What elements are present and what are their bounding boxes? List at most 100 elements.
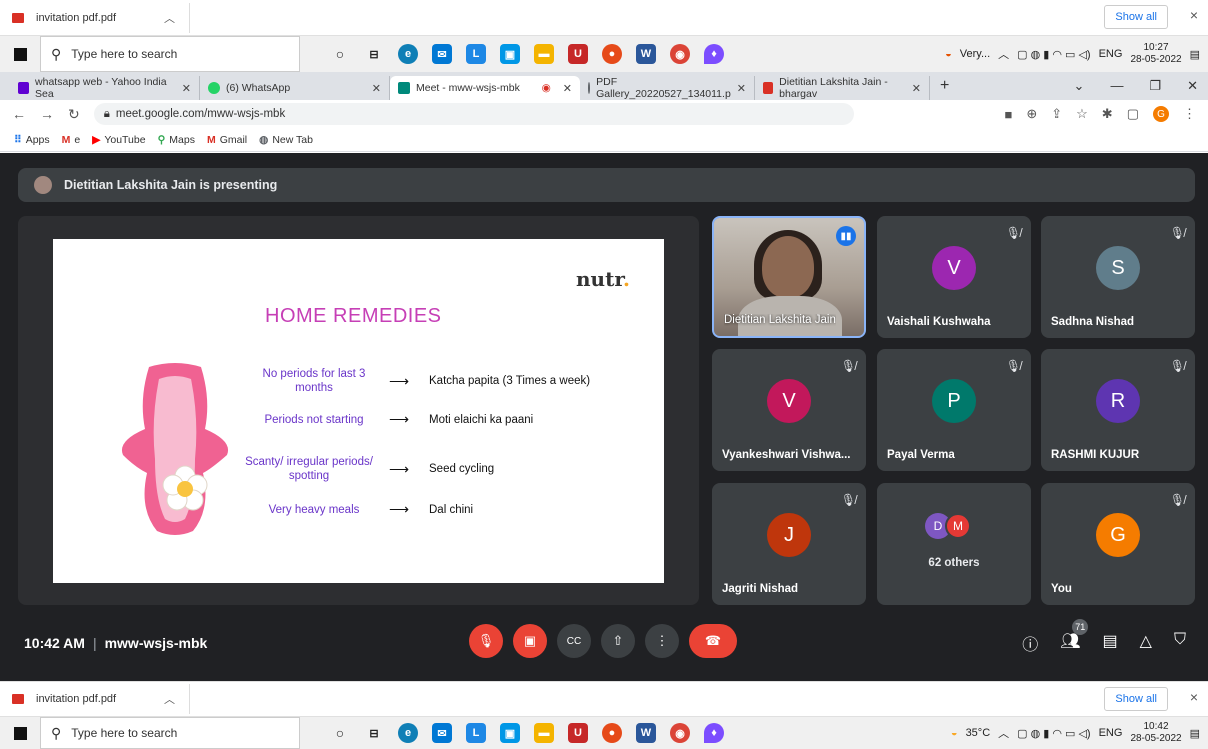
- people-icon[interactable]: 👥︎ 71: [1060, 619, 1089, 655]
- tray-icons[interactable]: ▢ ◍ ▮ ◠ ▭ ◁): [1017, 48, 1090, 61]
- store-icon[interactable]: ▣: [500, 723, 520, 743]
- bookmark-new-tab[interactable]: ◍ New Tab: [259, 134, 313, 146]
- info-icon[interactable]: ⓘ: [1022, 631, 1038, 655]
- participant-tile-self[interactable]: 🎙︎̸ G You: [1041, 483, 1195, 605]
- store-icon[interactable]: ▣: [500, 44, 520, 64]
- file-explorer-icon[interactable]: ▬: [534, 44, 554, 64]
- show-all-button[interactable]: Show all: [1104, 687, 1168, 711]
- close-tab-icon[interactable]: ✕: [182, 82, 191, 95]
- close-window-icon[interactable]: ✕: [1187, 78, 1198, 94]
- task-view-icon[interactable]: ⊟: [364, 44, 384, 64]
- tab-pdf-gallery[interactable]: PDF Gallery_20220527_134011.p ✕: [580, 76, 755, 100]
- notification-icon[interactable]: ▤: [1190, 48, 1200, 61]
- task-view-icon[interactable]: ⊟: [364, 723, 384, 743]
- minimize-icon[interactable]: —: [1110, 78, 1123, 94]
- download-item[interactable]: invitation pdf.pdf ︿: [12, 684, 190, 714]
- chevron-up-icon[interactable]: ︿: [164, 10, 175, 26]
- tray-chevron-icon[interactable]: ︿: [998, 725, 1009, 741]
- droplet-icon[interactable]: ♦: [704, 723, 724, 743]
- close-icon[interactable]: ×: [1190, 7, 1198, 23]
- camera-icon[interactable]: ■: [1004, 107, 1012, 122]
- language-indicator[interactable]: ENG: [1099, 727, 1123, 739]
- captions-button[interactable]: CC: [557, 624, 591, 658]
- mail-icon[interactable]: ✉: [432, 723, 452, 743]
- bookmark-gmail-e[interactable]: Me: [62, 134, 81, 146]
- camera-off-button[interactable]: ▣: [513, 624, 547, 658]
- reload-icon[interactable]: ↻: [68, 106, 80, 123]
- tab-meet[interactable]: Meet - mww-wsjs-mbk ◉ ✕: [390, 76, 580, 100]
- mcafee-icon[interactable]: U: [568, 723, 588, 743]
- weather-text[interactable]: 35°C: [966, 727, 991, 739]
- windows-start-icon[interactable]: [0, 726, 40, 740]
- host-controls-icon[interactable]: ⛉: [1174, 631, 1186, 655]
- star-icon[interactable]: ☆: [1076, 106, 1088, 122]
- tray-icons[interactable]: ▢ ◍ ▮ ◠ ▭ ◁): [1017, 727, 1090, 740]
- more-options-button[interactable]: ⋮: [645, 624, 679, 658]
- close-tab-icon[interactable]: ✕: [912, 82, 921, 95]
- notification-icon[interactable]: ▤: [1190, 727, 1200, 740]
- restore-icon[interactable]: ❐: [1149, 78, 1161, 94]
- profile-avatar[interactable]: G: [1153, 106, 1169, 122]
- mail-icon[interactable]: ✉: [432, 44, 452, 64]
- close-tab-icon[interactable]: ✕: [737, 82, 746, 95]
- weather-text[interactable]: Very...: [960, 48, 990, 60]
- windows-start-icon[interactable]: [0, 47, 40, 61]
- weather-icon[interactable]: ◒: [945, 48, 952, 60]
- show-all-button[interactable]: Show all: [1104, 5, 1168, 29]
- tray-chevron-icon[interactable]: ︿: [998, 46, 1009, 62]
- l-app-icon[interactable]: L: [466, 44, 486, 64]
- back-icon[interactable]: ←: [12, 106, 26, 123]
- taskbar-search[interactable]: ⚲ Type here to search: [40, 717, 300, 749]
- participant-tile[interactable]: 🎙︎̸ J Jagriti Nishad: [712, 483, 866, 605]
- word-icon[interactable]: W: [636, 723, 656, 743]
- taskbar-search[interactable]: ⚲ Type here to search: [40, 36, 300, 72]
- bookmark-gmail[interactable]: M Gmail: [207, 134, 247, 146]
- tab-yahoo[interactable]: whatsapp web - Yahoo India Sea ✕: [10, 76, 200, 100]
- menu-icon[interactable]: ⋮: [1183, 106, 1196, 122]
- download-item[interactable]: invitation pdf.pdf ︿: [12, 2, 190, 33]
- close-tab-icon[interactable]: ✕: [563, 82, 572, 95]
- forward-icon[interactable]: →: [40, 106, 54, 123]
- presentation-stage[interactable]: nutr. HOME REMEDIES No periods for last …: [18, 216, 699, 605]
- bookmark-youtube[interactable]: ▶ YouTube: [92, 134, 145, 146]
- chat-icon[interactable]: ▤: [1103, 631, 1118, 655]
- office-icon[interactable]: ●: [602, 723, 622, 743]
- url-field[interactable]: 🔒︎ meet.google.com/mww-wsjs-mbk: [93, 103, 854, 125]
- mic-off-button[interactable]: 🎙︎: [469, 624, 503, 658]
- others-tile[interactable]: D M 62 others: [877, 483, 1031, 605]
- bookmark-maps[interactable]: ⚲ Maps: [158, 134, 195, 146]
- participant-tile[interactable]: 🎙︎̸ V Vaishali Kushwaha: [877, 216, 1031, 338]
- close-tab-icon[interactable]: ✕: [372, 82, 381, 95]
- word-icon[interactable]: W: [636, 44, 656, 64]
- droplet-icon[interactable]: ♦: [704, 44, 724, 64]
- sidepanel-icon[interactable]: ▢: [1127, 106, 1139, 122]
- tab-whatsapp[interactable]: (6) WhatsApp ✕: [200, 76, 390, 100]
- edge-icon[interactable]: e: [398, 723, 418, 743]
- participant-tile[interactable]: 🎙︎̸ P Payal Verma: [877, 349, 1031, 471]
- bookmark-apps[interactable]: ⠿ Apps: [14, 134, 50, 146]
- end-call-button[interactable]: ☎︎: [689, 624, 737, 658]
- zoom-icon[interactable]: ⊕: [1026, 106, 1037, 122]
- language-indicator[interactable]: ENG: [1099, 48, 1123, 60]
- participant-tile[interactable]: 🎙︎̸ R RASHMI KUJUR: [1041, 349, 1195, 471]
- participant-tile[interactable]: 🎙︎̸ S Sadhna Nishad: [1041, 216, 1195, 338]
- new-tab-icon[interactable]: +: [940, 77, 949, 95]
- clock[interactable]: 10:27 28-05-2022: [1130, 42, 1181, 66]
- office-icon[interactable]: ●: [602, 44, 622, 64]
- clock[interactable]: 10:42 28-05-2022: [1130, 721, 1181, 745]
- cortana-icon[interactable]: ○: [330, 44, 350, 64]
- close-icon[interactable]: ×: [1190, 689, 1198, 705]
- participant-tile-speaker[interactable]: ▮▮ Dietitian Lakshita Jain: [712, 216, 866, 338]
- edge-icon[interactable]: e: [398, 44, 418, 64]
- chrome-icon[interactable]: ◉: [670, 723, 690, 743]
- chrome-icon[interactable]: ◉: [670, 44, 690, 64]
- activities-icon[interactable]: △: [1140, 631, 1152, 655]
- cortana-icon[interactable]: ○: [330, 723, 350, 743]
- weather-icon[interactable]: ◒: [951, 727, 958, 739]
- l-app-icon[interactable]: L: [466, 723, 486, 743]
- file-explorer-icon[interactable]: ▬: [534, 723, 554, 743]
- chevron-up-icon[interactable]: ︿: [164, 691, 175, 707]
- present-button[interactable]: ⇧: [601, 624, 635, 658]
- participant-tile[interactable]: 🎙︎̸ V Vyankeshwari Vishwa...: [712, 349, 866, 471]
- tab-gmail[interactable]: Dietitian Lakshita Jain - bhargav ✕: [755, 76, 930, 100]
